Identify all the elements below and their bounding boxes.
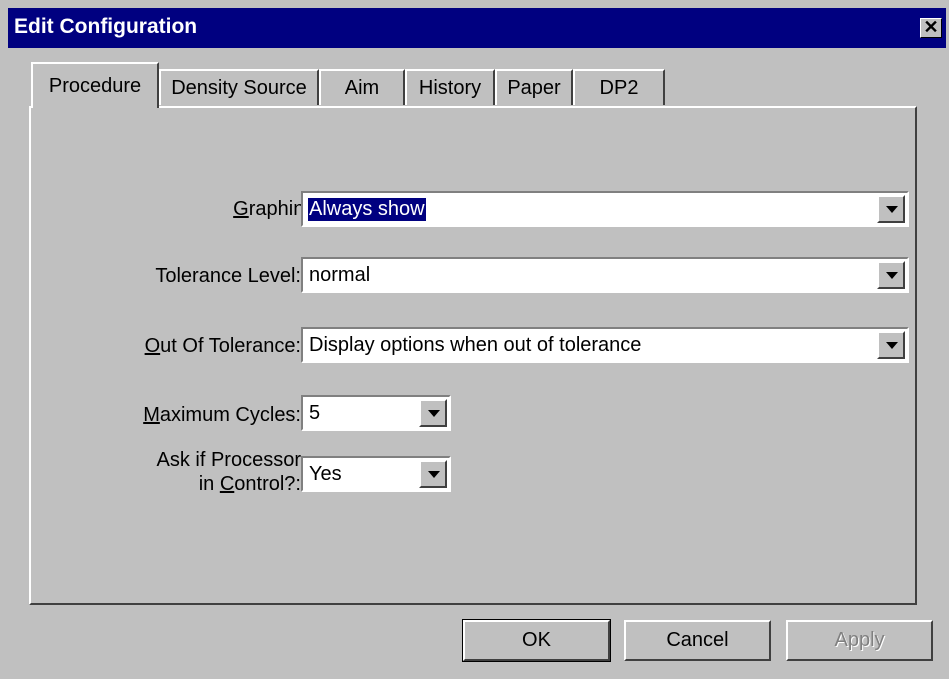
maximum-cycles-select[interactable]: 5 bbox=[301, 395, 451, 431]
window-title: Edit Configuration bbox=[14, 15, 198, 38]
edit-configuration-dialog: Edit Configuration ✕ Procedure Density S… bbox=[0, 0, 949, 679]
tolerance-level-value: normal bbox=[309, 264, 371, 286]
chevron-down-icon[interactable] bbox=[877, 331, 905, 359]
close-icon[interactable]: ✕ bbox=[920, 18, 942, 38]
out-of-tolerance-select[interactable]: Display options when out of tolerance bbox=[301, 327, 909, 363]
graphing-select[interactable]: Always show bbox=[301, 191, 909, 227]
cancel-button[interactable]: Cancel bbox=[624, 620, 771, 661]
out-of-tolerance-label: Out Of Tolerance: bbox=[144, 335, 301, 357]
tolerance-level-label: Tolerance Level: bbox=[155, 265, 301, 287]
procedure-panel: Graphing: Always show Tolerance Level: n… bbox=[29, 106, 917, 605]
ask-processor-label: Ask if Processor in Control?: bbox=[156, 449, 301, 495]
title-bar[interactable]: Edit Configuration ✕ bbox=[8, 8, 946, 48]
chevron-down-icon[interactable] bbox=[877, 261, 905, 289]
graphing-value: Always show bbox=[308, 198, 426, 221]
tab-density-source[interactable]: Density Source bbox=[159, 69, 319, 105]
tab-aim[interactable]: Aim bbox=[319, 69, 405, 105]
tab-procedure[interactable]: Procedure bbox=[31, 62, 159, 108]
ask-processor-select[interactable]: Yes bbox=[301, 456, 451, 492]
apply-button[interactable]: Apply bbox=[786, 620, 933, 661]
chevron-down-icon[interactable] bbox=[419, 460, 447, 488]
tab-history[interactable]: History bbox=[405, 69, 495, 105]
out-of-tolerance-value: Display options when out of tolerance bbox=[309, 334, 642, 356]
tab-dp2[interactable]: DP2 bbox=[573, 69, 665, 105]
tolerance-level-select[interactable]: normal bbox=[301, 257, 909, 293]
maximum-cycles-value: 5 bbox=[309, 402, 321, 424]
ok-button[interactable]: OK bbox=[462, 619, 611, 662]
graphing-label: Graphing: bbox=[233, 198, 321, 220]
ask-processor-value: Yes bbox=[309, 463, 342, 485]
tab-paper[interactable]: Paper bbox=[495, 69, 573, 105]
maximum-cycles-label: Maximum Cycles: bbox=[143, 404, 301, 426]
chevron-down-icon[interactable] bbox=[877, 195, 905, 223]
chevron-down-icon[interactable] bbox=[419, 399, 447, 427]
